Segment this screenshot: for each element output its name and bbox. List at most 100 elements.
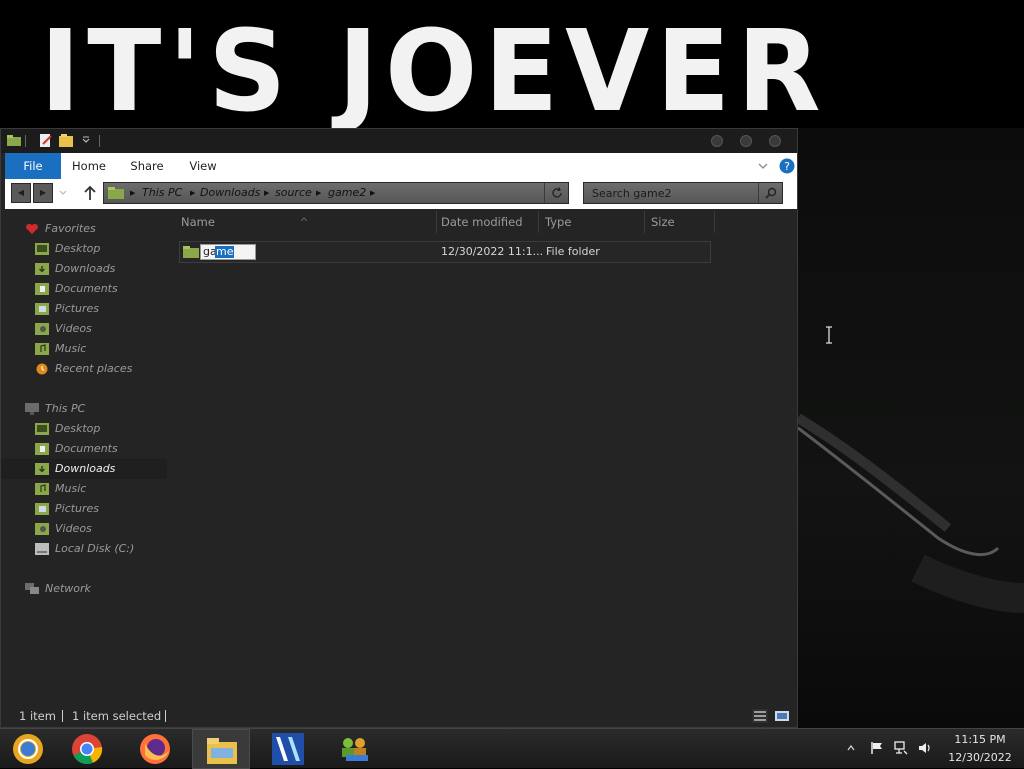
app-icon xyxy=(272,733,304,765)
taskbar-app[interactable] xyxy=(260,729,318,769)
nav-pc-desktop[interactable]: Desktop xyxy=(1,419,167,439)
volume-icon[interactable] xyxy=(918,741,932,755)
nav-fav-recent-places[interactable]: Recent places xyxy=(1,359,167,379)
heart-icon xyxy=(26,223,38,234)
taskbar-firefox[interactable] xyxy=(126,729,184,769)
nav-label: Downloads xyxy=(55,262,116,275)
nav-fav-desktop[interactable]: Desktop xyxy=(1,239,167,259)
tab-view[interactable]: View xyxy=(183,153,223,179)
file-list: Name Date modified Type Size ga me 12/30… xyxy=(171,211,797,705)
search-box xyxy=(583,182,783,204)
taskbar: 11:15 PM 12/30/2022 xyxy=(0,728,1024,769)
nav-pc-downloads[interactable]: Downloads xyxy=(1,459,167,479)
nav-label: Downloads xyxy=(55,462,116,475)
nav-label: Recent places xyxy=(55,362,133,375)
folder-icon xyxy=(7,135,21,146)
nav-label: Local Disk (C:) xyxy=(55,542,135,555)
folder-icon xyxy=(183,246,199,258)
action-center-flag-icon[interactable] xyxy=(870,741,884,755)
taskbar-file-explorer[interactable] xyxy=(192,729,250,769)
wallpaper-image-area xyxy=(798,128,1024,728)
nav-label: Pictures xyxy=(55,302,100,315)
chevron-down-icon[interactable] xyxy=(79,134,93,147)
breadcrumb-source[interactable]: source xyxy=(275,183,312,203)
table-row[interactable]: ga me 12/30/2022 11:1... File folder xyxy=(179,241,711,263)
back-button[interactable]: ◀ xyxy=(11,183,31,203)
breadcrumb-separator[interactable]: ▶ xyxy=(130,183,135,203)
forward-button[interactable]: ▶ xyxy=(33,183,53,203)
nav-fav-music[interactable]: Music xyxy=(1,339,167,359)
taskbar-network-people[interactable] xyxy=(326,729,384,769)
tab-share[interactable]: Share xyxy=(125,153,169,179)
network-status-icon[interactable] xyxy=(894,741,908,755)
file-explorer-icon xyxy=(207,738,237,764)
clock-time[interactable]: 11:15 PM xyxy=(940,733,1020,746)
rename-input[interactable]: ga me xyxy=(200,244,256,260)
navigation-pane: Favorites Desktop Downloads Documents Pi… xyxy=(1,211,171,705)
date-modified-cell: 12/30/2022 11:1... xyxy=(441,245,544,258)
nav-label: Favorites xyxy=(45,222,96,235)
nav-fav-videos[interactable]: Videos xyxy=(1,319,167,339)
help-icon[interactable]: ? xyxy=(779,158,795,174)
column-header-size[interactable]: Size xyxy=(645,211,715,233)
nav-pc-music[interactable]: Music xyxy=(1,479,167,499)
documents-folder-icon xyxy=(35,443,49,455)
breadcrumb-game2[interactable]: game2 xyxy=(328,183,366,203)
network-people-icon xyxy=(342,738,368,761)
clock-date[interactable]: 12/30/2022 xyxy=(940,751,1020,764)
pictures-folder-icon xyxy=(35,303,49,315)
videos-folder-icon xyxy=(35,323,49,335)
recent-locations-chevron-icon[interactable] xyxy=(57,189,69,197)
documents-folder-icon xyxy=(35,283,49,295)
nav-this-pc[interactable]: This PC xyxy=(1,399,167,419)
search-button[interactable] xyxy=(758,183,783,203)
nav-network[interactable]: Network xyxy=(1,579,167,599)
taskbar-chrome-canary[interactable] xyxy=(0,729,58,769)
chrome-icon xyxy=(72,734,103,765)
minimize-button[interactable] xyxy=(711,135,723,147)
text-cursor-icon xyxy=(826,326,832,344)
tab-file[interactable]: File xyxy=(5,153,61,179)
computer-icon xyxy=(25,403,39,415)
nav-pc-local-disk[interactable]: Local Disk (C:) xyxy=(1,539,167,559)
music-folder-icon xyxy=(35,483,49,495)
breadcrumb-this-pc[interactable]: This PC xyxy=(142,183,182,203)
status-bar: 1 item 1 item selected xyxy=(1,705,797,727)
up-arrow-icon[interactable] xyxy=(83,185,97,201)
show-hidden-icons-chevron-icon[interactable] xyxy=(846,743,856,753)
properties-icon[interactable] xyxy=(39,134,53,147)
details-view-icon[interactable] xyxy=(752,709,768,723)
column-header-type[interactable]: Type xyxy=(539,211,645,233)
new-folder-icon[interactable] xyxy=(59,134,73,147)
type-cell: File folder xyxy=(546,245,600,258)
large-icons-view-icon[interactable] xyxy=(774,709,790,723)
title-bar[interactable] xyxy=(1,129,797,153)
close-button[interactable] xyxy=(769,135,781,147)
search-input[interactable] xyxy=(584,183,756,203)
taskbar-chrome[interactable] xyxy=(58,729,116,769)
nav-fav-documents[interactable]: Documents xyxy=(1,279,167,299)
nav-favorites[interactable]: Favorites xyxy=(1,219,167,239)
separator xyxy=(165,710,166,722)
folder-icon xyxy=(108,187,124,199)
breadcrumb-separator[interactable]: ▶ xyxy=(264,183,269,203)
nav-fav-pictures[interactable]: Pictures xyxy=(1,299,167,319)
address-row: ◀ ▶ ▶ This PC ▶ Downloads ▶ source ▶ gam… xyxy=(5,179,797,209)
nav-label: Videos xyxy=(55,522,92,535)
chrome-canary-icon xyxy=(13,734,43,764)
breadcrumb-separator[interactable]: ▶ xyxy=(316,183,321,203)
tab-home[interactable]: Home xyxy=(67,153,111,179)
address-bar[interactable]: ▶ This PC ▶ Downloads ▶ source ▶ game2 ▶ xyxy=(103,182,569,204)
column-header-date-modified[interactable]: Date modified xyxy=(435,211,539,233)
nav-pc-pictures[interactable]: Pictures xyxy=(1,499,167,519)
refresh-button[interactable] xyxy=(544,183,569,203)
maximize-button[interactable] xyxy=(740,135,752,147)
breadcrumb-separator[interactable]: ▶ xyxy=(190,183,195,203)
nav-pc-documents[interactable]: Documents xyxy=(1,439,167,459)
nav-fav-downloads[interactable]: Downloads xyxy=(1,259,167,279)
breadcrumb-separator[interactable]: ▶ xyxy=(370,183,375,203)
breadcrumb-downloads[interactable]: Downloads xyxy=(200,183,260,203)
svg-text:?: ? xyxy=(784,160,790,173)
nav-pc-videos[interactable]: Videos xyxy=(1,519,167,539)
chevron-down-icon[interactable] xyxy=(757,161,769,171)
